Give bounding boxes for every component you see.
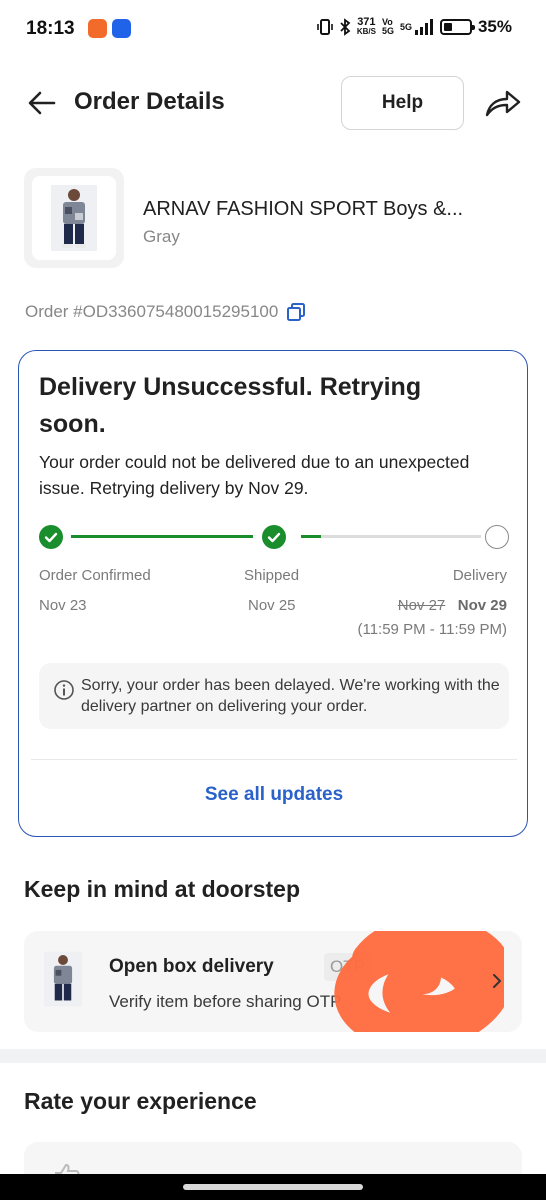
divider <box>31 759 517 760</box>
old-delivery-date: Nov 27 <box>397 597 446 614</box>
product-image[interactable] <box>24 168 124 268</box>
step-shipped-check-icon <box>262 525 286 549</box>
network-label: 5G <box>399 22 412 32</box>
status-bar: 18:13 371 KB/S Vo 5G 5G 35% <box>0 0 546 60</box>
doorstep-subtitle: Verify item before sharing OTP <box>109 992 342 1011</box>
notification-phone-icon <box>112 19 131 38</box>
share-icon[interactable] <box>484 86 522 118</box>
chevron-right-icon[interactable] <box>490 971 504 991</box>
step-date-delivery: Nov 27 Nov 29 <box>398 597 507 614</box>
status-description: Your order could not be delivered due to… <box>39 452 470 498</box>
delivery-status-card: Delivery Unsuccessful. Retrying soon. Yo… <box>18 350 528 837</box>
notification-app-icon <box>88 19 107 38</box>
progress-line-partial <box>301 535 321 538</box>
copy-icon[interactable] <box>286 302 306 322</box>
step-delivery-pending-icon <box>485 525 509 549</box>
open-box-delivery-card[interactable]: Open box delivery OTP Verify item before… <box>24 931 522 1032</box>
doorstep-product-image <box>44 951 82 1007</box>
page-title: Order Details <box>74 88 225 115</box>
delay-message: Sorry, your order has been delayed. We'r… <box>81 677 500 715</box>
product-variant: Gray <box>143 227 180 246</box>
step-label-shipped: Shipped <box>244 567 300 584</box>
order-id: Order #OD336075480015295100 <box>25 302 279 321</box>
help-button[interactable]: Help <box>341 76 464 130</box>
redaction-scribble <box>334 931 504 1032</box>
see-all-updates-link[interactable]: See all updates <box>19 784 529 806</box>
tracking-progress <box>39 523 509 549</box>
back-arrow-icon[interactable] <box>26 88 58 118</box>
battery-percent: 35% <box>477 17 512 36</box>
system-nav-bar <box>0 1174 546 1200</box>
status-time: 18:13 <box>26 18 75 39</box>
progress-line-done <box>71 535 253 538</box>
section-separator <box>0 1049 546 1063</box>
network-speed: 371 KB/S <box>356 16 376 37</box>
header: Order Details Help <box>0 74 546 132</box>
step-label-delivery: Delivery <box>452 567 507 584</box>
step-label-confirmed: Order Confirmed <box>39 567 151 584</box>
status-icons: 371 KB/S Vo 5G 5G 35% <box>317 17 512 37</box>
doorstep-section-title: Keep in mind at doorstep <box>24 876 301 902</box>
status-title: Delivery Unsuccessful. Retrying soon. <box>39 373 422 438</box>
delivery-time-window: (11:59 PM - 11:59 PM) <box>357 621 507 638</box>
step-date-shipped: Nov 25 <box>248 597 296 614</box>
step-date-confirmed: Nov 23 <box>39 597 87 614</box>
product-name[interactable]: ARNAV FASHION SPORT Boys &... <box>143 198 463 221</box>
product-photo <box>51 185 97 251</box>
bluetooth-icon <box>340 18 351 36</box>
new-delivery-date: Nov 29 <box>457 597 507 614</box>
step-confirmed-check-icon <box>39 525 63 549</box>
doorstep-title: Open box delivery <box>109 956 274 977</box>
battery-icon <box>439 19 475 35</box>
delay-notice: Sorry, your order has been delayed. We'r… <box>39 663 509 729</box>
signal-icon <box>414 19 433 35</box>
home-gesture-handle[interactable] <box>183 1184 363 1190</box>
order-id-row: Order #OD336075480015295100 <box>25 302 306 322</box>
info-icon <box>54 680 74 700</box>
rate-section-title: Rate your experience <box>24 1088 257 1114</box>
progress-line-pending <box>321 535 481 538</box>
volte-icon: Vo 5G <box>381 17 394 36</box>
vibrate-icon <box>317 19 333 35</box>
